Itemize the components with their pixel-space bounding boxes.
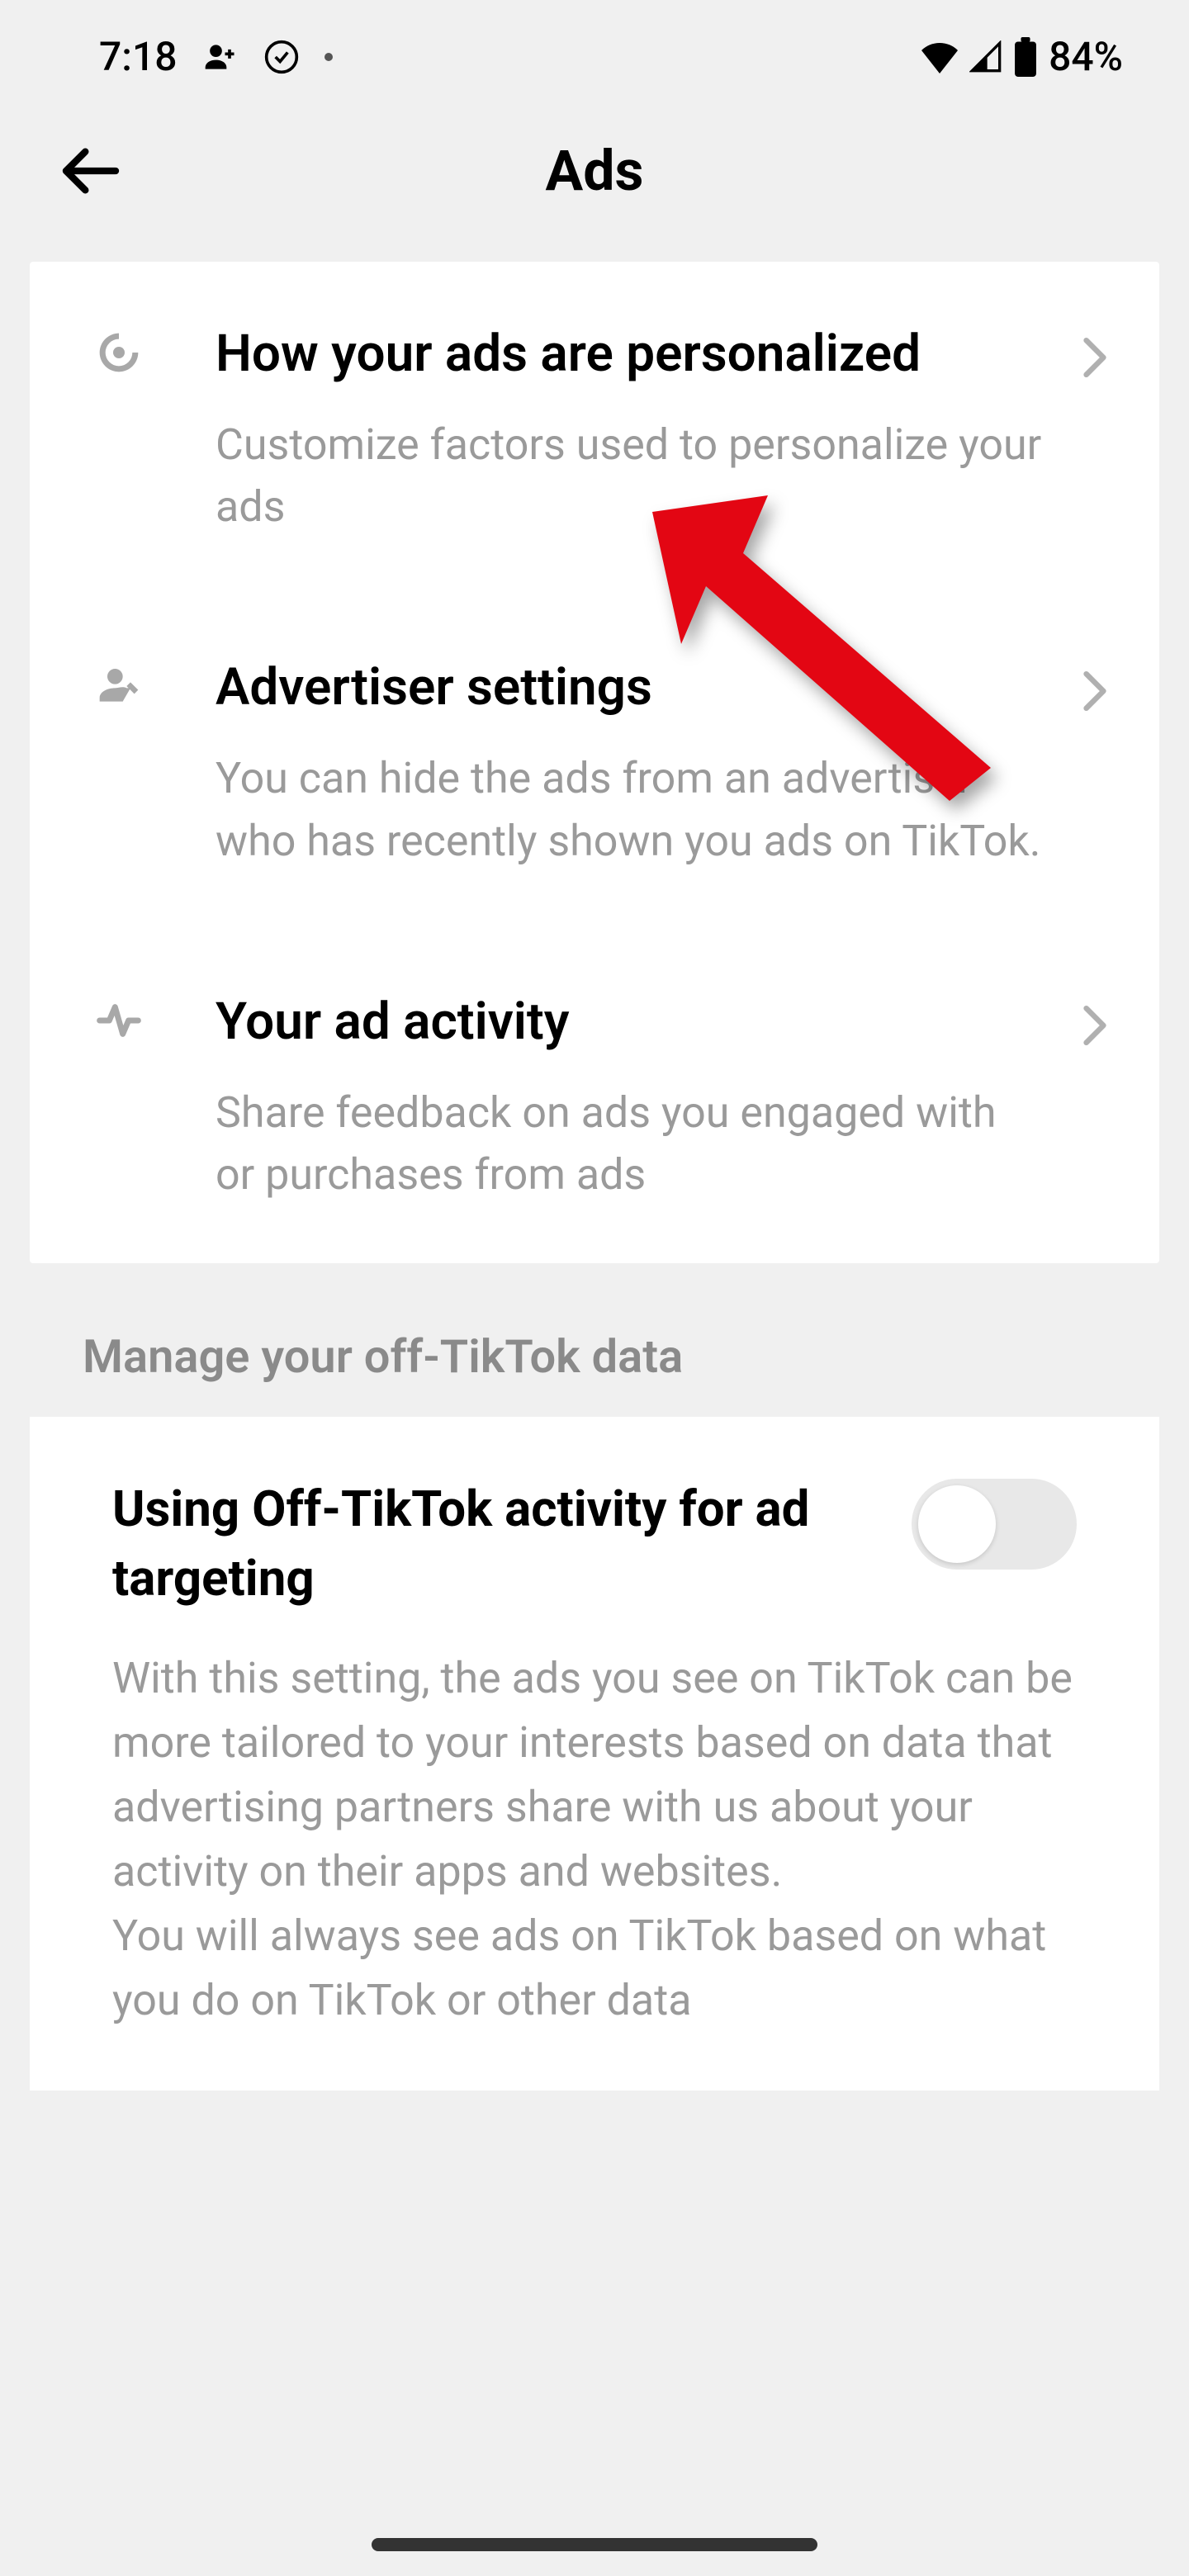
activity-icon xyxy=(96,997,142,1047)
header: Ads xyxy=(0,97,1189,262)
settings-item-content: Advertiser settings You can hide the ads… xyxy=(216,653,1110,871)
toggle-row: Using Off-TikTok activity for ad targeti… xyxy=(112,1475,1077,1613)
section-header: Manage your off-TikTok data xyxy=(0,1263,1189,1417)
wifi-icon xyxy=(920,40,959,73)
chevron-right-icon xyxy=(1080,336,1110,382)
chevron-right-icon xyxy=(1080,1004,1110,1050)
battery-icon xyxy=(1012,37,1039,77)
toggle-section: Using Off-TikTok activity for ad targeti… xyxy=(30,1417,1159,2091)
settings-item-title: How your ads are personalized xyxy=(216,320,1044,389)
home-indicator[interactable] xyxy=(372,2538,817,2551)
settings-item-title: Advertiser settings xyxy=(216,653,1044,722)
chevron-right-icon xyxy=(1080,670,1110,716)
person-slash-icon xyxy=(96,663,142,713)
settings-item-subtitle: Customize factors used to personalize yo… xyxy=(216,414,1044,538)
back-button[interactable] xyxy=(58,138,124,204)
settings-item-advertiser-settings[interactable]: Advertiser settings You can hide the ads… xyxy=(30,595,1159,929)
checkmark-circle-icon xyxy=(263,39,300,75)
cellular-signal-icon xyxy=(969,40,1002,73)
settings-item-subtitle: Share feedback on ads you engaged with o… xyxy=(216,1082,1044,1206)
toggle-off-tiktok-activity[interactable] xyxy=(912,1479,1077,1570)
settings-item-content: Your ad activity Share feedback on ads y… xyxy=(216,987,1110,1205)
status-bar: 7:18 xyxy=(0,0,1189,97)
toggle-title: Using Off-TikTok activity for ad targeti… xyxy=(112,1475,912,1613)
settings-section: How your ads are personalized Customize … xyxy=(30,262,1159,1263)
status-time: 7:18 xyxy=(99,33,178,80)
status-bar-right: 84% xyxy=(920,33,1123,80)
battery-percent: 84% xyxy=(1049,33,1123,80)
status-bar-left: 7:18 xyxy=(99,33,333,80)
notification-dot-icon xyxy=(324,53,333,61)
settings-item-personalized-ads[interactable]: How your ads are personalized Customize … xyxy=(30,262,1159,595)
toggle-knob xyxy=(918,1485,996,1563)
settings-item-content: How your ads are personalized Customize … xyxy=(216,320,1110,537)
settings-item-subtitle: You can hide the ads from an advertiser … xyxy=(216,747,1044,872)
settings-item-title: Your ad activity xyxy=(216,987,1044,1057)
page-title: Ads xyxy=(58,138,1131,204)
arrow-left-icon xyxy=(58,138,124,204)
settings-item-ad-activity[interactable]: Your ad activity Share feedback on ads y… xyxy=(30,930,1159,1263)
target-icon xyxy=(96,329,142,379)
toggle-description: With this setting, the ads you see on Ti… xyxy=(112,1646,1077,2033)
person-add-icon xyxy=(202,39,239,75)
